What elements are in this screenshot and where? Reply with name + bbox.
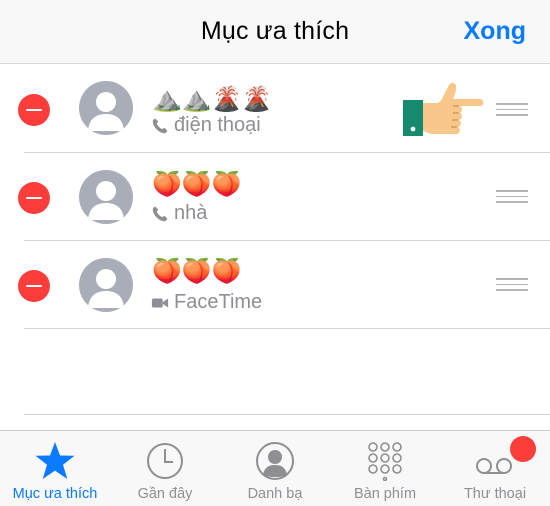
notification-badge: [510, 436, 536, 462]
favorite-row[interactable]: 🍑🍑🍑 nhà: [0, 153, 550, 241]
contact-type: FaceTime: [174, 291, 263, 313]
keypad-icon: [368, 442, 402, 481]
avatar: [79, 170, 133, 224]
avatar: [79, 258, 133, 312]
contact-name: 🍑🍑🍑: [152, 257, 242, 285]
tab-label: Mục ưa thích: [12, 486, 98, 502]
done-button[interactable]: Xong: [464, 17, 527, 46]
reorder-handle[interactable]: [496, 103, 528, 116]
favorite-row[interactable]: 🍑🍑🍑 FaceTime: [0, 241, 550, 329]
contact-type: nhà: [174, 202, 208, 224]
contact-label: nhà: [151, 202, 207, 225]
tab-favorites[interactable]: Mục ưa thích: [0, 431, 110, 506]
contact-name: 🍑🍑🍑: [152, 170, 242, 198]
phone-icon: [152, 118, 168, 133]
navigation-bar: Mục ưa thích Xong: [0, 0, 550, 64]
reorder-handle[interactable]: [496, 278, 528, 291]
delete-button[interactable]: [18, 182, 50, 214]
tab-voicemail[interactable]: Thư thoại: [440, 431, 550, 506]
tab-contacts[interactable]: Danh bạ: [220, 431, 330, 506]
tab-label: Danh bạ: [247, 486, 303, 502]
video-camera-icon: [151, 298, 169, 307]
contact-name: ⛰️⛰️🌋🌋: [152, 85, 272, 113]
pointing-hand-icon: [403, 82, 484, 136]
tab-label: Thư thoại: [463, 486, 527, 502]
tab-recents[interactable]: Gần đây: [110, 431, 220, 506]
row-divider: [24, 414, 550, 415]
contact-label: điện thoại: [151, 114, 261, 137]
phone-icon: [152, 206, 168, 221]
tab-keypad[interactable]: Bàn phím: [330, 431, 440, 506]
avatar: [79, 81, 133, 135]
contact-label: FaceTime: [151, 291, 262, 314]
tab-label: Gần đây: [137, 486, 193, 502]
reorder-handle[interactable]: [496, 190, 528, 203]
tab-label: Bàn phím: [353, 486, 417, 502]
star-icon: [35, 442, 75, 479]
delete-button[interactable]: [18, 94, 50, 126]
clock-icon: [147, 443, 183, 479]
tab-bar: Mục ưa thích Gần đây Danh bạ Bàn phím Th…: [0, 430, 550, 506]
contact-type: điện thoại: [174, 114, 261, 136]
contacts-icon: [256, 442, 294, 480]
delete-button[interactable]: [18, 270, 50, 302]
row-divider: [24, 328, 550, 329]
